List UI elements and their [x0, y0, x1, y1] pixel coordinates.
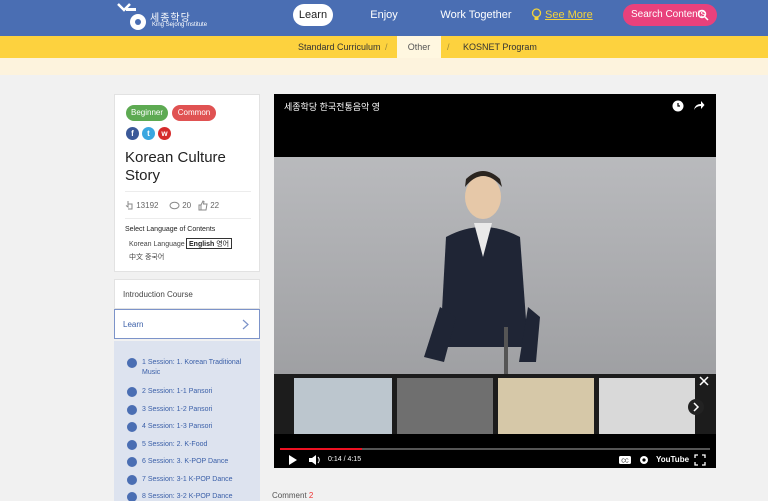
tab-kosnet-program[interactable]: KOSNET Program — [463, 36, 537, 58]
hand-pointer-icon — [125, 201, 133, 210]
fullscreen-icon[interactable] — [694, 454, 706, 466]
comments-value: 20 — [182, 201, 192, 210]
session-play-icon — [127, 405, 137, 415]
search-label: Search Contents — [631, 9, 706, 20]
volume-icon[interactable] — [308, 454, 322, 466]
session-label: 2 Session: 1-1 Pansori — [142, 388, 213, 395]
subnav-separator: / — [385, 42, 388, 52]
language-english-korean-label: 영어 — [216, 241, 230, 248]
nav-see-more[interactable]: See More — [531, 4, 593, 26]
captions-icon[interactable]: CC — [618, 454, 632, 466]
search-contents-button[interactable]: Search Contents — [623, 4, 717, 26]
likes-count[interactable]: 22 — [198, 200, 219, 212]
see-more-label: See More — [545, 9, 593, 21]
suggested-video-thumbnail[interactable] — [294, 378, 392, 434]
king-sejong-logo[interactable]: 세종학당 King Sejong Institute — [112, 2, 212, 34]
likes-value: 22 — [210, 201, 220, 210]
sub-navigation: Standard Curriculum / Other / KOSNET Pro… — [0, 36, 768, 58]
language-korean[interactable]: Korean Language — [129, 239, 185, 250]
comment-section-heading: Comment 2 — [272, 491, 313, 500]
speech-bubble-icon — [169, 201, 180, 210]
logo-english-text: King Sejong Institute — [152, 22, 208, 28]
divider — [125, 191, 251, 192]
session-label: 8 Session: 3-2 K-POP Dance — [142, 493, 233, 500]
language-english-selected[interactable]: English 영어 — [186, 238, 233, 249]
chevron-right-icon — [242, 319, 249, 330]
comment-label: Comment — [272, 491, 307, 500]
session-play-icon — [127, 475, 137, 485]
language-chinese[interactable]: 中文 중국어 — [129, 252, 164, 263]
weibo-share-icon[interactable]: w — [158, 127, 171, 140]
session-play-icon — [127, 358, 137, 368]
session-play-icon — [127, 387, 137, 397]
course-info-card: Beginner Common f t w Korean Culture Sto… — [114, 94, 260, 272]
menu-introduction-course[interactable]: Introduction Course — [114, 279, 260, 309]
nav-work-together[interactable]: Work Together — [436, 4, 516, 26]
session-label: 1 Session: 1. Korean Traditional Music — [142, 359, 242, 376]
youtube-logo[interactable]: YouTube — [656, 454, 689, 466]
session-label: 3 Session: 1-2 Pansori — [142, 406, 213, 413]
session-label: 6 Session: 3. K-POP Dance — [142, 458, 229, 465]
facebook-share-icon[interactable]: f — [126, 127, 139, 140]
suggested-video-thumbnail[interactable] — [599, 378, 695, 434]
header-band — [0, 58, 768, 75]
next-suggestions-button[interactable] — [688, 399, 704, 415]
session-play-icon — [127, 440, 137, 450]
suggested-video-thumbnail[interactable] — [498, 378, 594, 434]
divider — [125, 218, 251, 219]
menu-learn-label: Learn — [123, 320, 144, 329]
badge-common: Common — [172, 105, 216, 121]
tab-other[interactable]: Other — [397, 36, 441, 58]
comments-count: 20 — [169, 200, 191, 212]
video-progress-bar[interactable] — [280, 448, 710, 450]
top-navigation: 세종학당 King Sejong Institute Learn Enjoy W… — [0, 0, 768, 36]
language-select-title: Select Language of Contents — [125, 226, 216, 233]
settings-gear-icon[interactable] — [638, 454, 650, 466]
session-label: 5 Session: 2. K-Food — [142, 441, 208, 448]
progress-fill — [280, 448, 362, 450]
thumbs-up-icon — [198, 200, 208, 211]
session-label: 4 Session: 1-3 Pansori — [142, 423, 213, 430]
watch-later-icon[interactable] — [672, 100, 684, 112]
video-title[interactable]: 세종학당 한국전통음악 영 — [284, 100, 380, 113]
views-value: 13192 — [136, 201, 159, 210]
twitter-share-icon[interactable]: t — [142, 127, 155, 140]
lightbulb-icon — [531, 8, 542, 20]
close-icon[interactable] — [699, 376, 709, 386]
video-frame — [274, 157, 716, 374]
video-time: 0:14 / 4:15 — [328, 456, 362, 463]
menu-learn[interactable]: Learn — [114, 309, 260, 339]
session-list: 1 Session: 1. Korean Traditional Music 2… — [114, 341, 260, 501]
session-label: 7 Session: 3-1 K-POP Dance — [142, 476, 233, 483]
subnav-separator: / — [447, 42, 450, 52]
session-play-icon — [127, 422, 137, 432]
tab-standard-curriculum[interactable]: Standard Curriculum — [298, 36, 381, 58]
suggested-video-thumbnail[interactable] — [397, 378, 493, 434]
nav-enjoy[interactable]: Enjoy — [364, 4, 404, 26]
comment-count: 2 — [308, 491, 314, 500]
views-count: 13192 — [125, 200, 158, 212]
language-english-label: English — [189, 241, 215, 248]
presenter-image — [424, 171, 540, 374]
course-title: Korean Culture Story — [125, 149, 226, 184]
search-icon — [697, 9, 709, 21]
session-play-icon — [127, 492, 137, 501]
nav-learn[interactable]: Learn — [293, 4, 333, 26]
share-icon[interactable] — [693, 100, 705, 112]
chevron-right-icon — [693, 402, 700, 412]
svg-text:CC: CC — [621, 459, 629, 465]
video-player[interactable]: 세종학당 한국전통음악 영 0:14 / 4:15 CC YouTube — [274, 94, 716, 468]
session-play-icon — [127, 457, 137, 467]
play-icon[interactable] — [288, 454, 298, 466]
badge-beginner: Beginner — [126, 105, 168, 121]
logo-mark-icon — [117, 3, 146, 30]
